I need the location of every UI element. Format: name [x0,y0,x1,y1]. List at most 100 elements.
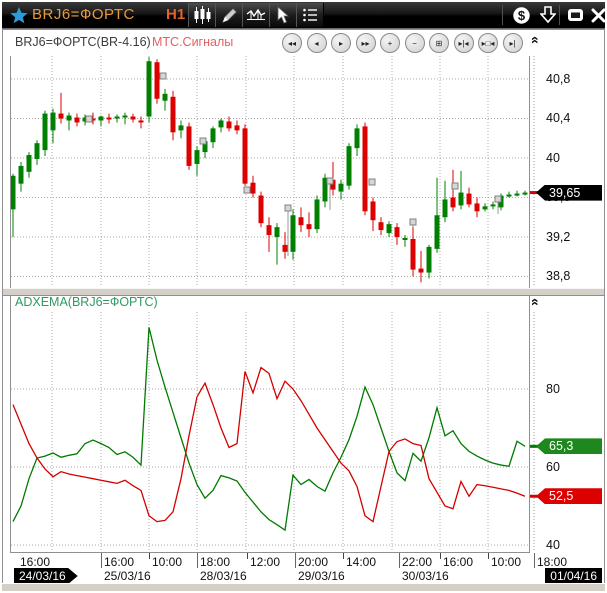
time-label: 14:00 [346,555,376,569]
price-axis-label: 40 [546,151,560,165]
candle [291,215,296,252]
indicator-red-tag: 52,5 [536,488,602,504]
candle [107,118,112,120]
window-resize-strip[interactable] [2,583,605,591]
time-label: 16:00 [104,555,134,569]
candle [475,203,480,211]
price-axis-label: 40,8 [546,72,570,86]
price-axis-label: 39,2 [546,230,570,244]
candle [155,62,160,99]
indicator-line-ema [13,368,525,522]
candle [139,120,144,122]
time-label: 20:00 [298,555,328,569]
date-label: 29/03/16 [298,569,345,583]
date-tick [534,553,535,568]
plot-bottom-border [10,552,530,553]
candle [147,61,152,116]
time-label: 16:00 [443,555,473,569]
candle [411,239,416,270]
candle [219,120,224,127]
time-tick [488,553,489,559]
time-tick [247,553,248,559]
signal-marker [244,187,250,193]
candle [11,176,16,210]
candle [339,184,344,192]
candle [123,116,128,118]
candle [395,227,400,237]
candle [483,206,488,209]
candle [99,117,104,121]
time-tick [149,553,150,559]
indicator-green-tag: 65,3 [536,438,602,454]
candle [243,128,248,183]
indicator-axis-label: 60 [546,460,560,474]
candle [227,121,232,128]
candle [387,224,392,233]
date-tick [197,553,198,568]
candle [379,222,384,230]
candle [171,97,176,133]
indicator-line-adx [13,327,525,530]
time-label: 10:00 [152,555,182,569]
price-axis-label: 38,8 [546,269,570,283]
end-date-tag: 01/04/16 [545,568,602,584]
signal-marker [410,219,416,225]
date-label: 25/03/16 [104,569,151,583]
candle [403,238,408,240]
candle [347,146,352,186]
candle [355,128,360,148]
date-tick [399,553,400,568]
signal-marker [86,116,92,122]
candle [115,117,120,119]
candle [307,224,312,229]
candle [131,117,136,120]
start-date-tag: 24/03/16 [14,568,78,584]
indicator-axis-label: 80 [546,382,560,396]
candle [195,150,200,164]
signal-marker [285,205,291,211]
signal-marker [369,179,375,185]
time-tick [440,553,441,559]
candle [523,193,528,195]
candle [371,201,376,220]
collapse-indicator-panel-icon[interactable]: « [528,294,544,310]
time-label: 18:00 [537,555,567,569]
time-label: 18:00 [200,555,230,569]
candle [507,195,512,197]
candle [467,194,472,205]
price-axis-label: 40,4 [546,111,570,125]
candle [419,269,424,273]
time-label: 12:00 [250,555,280,569]
date-label: 28/03/16 [200,569,247,583]
candle [435,215,440,249]
candle [315,199,320,229]
signal-marker [160,73,166,79]
time-label: 22:00 [402,555,432,569]
candle [451,198,456,208]
candle [515,194,520,196]
candle [491,204,496,206]
candle [299,217,304,225]
candle [259,196,264,224]
date-tick [295,553,296,568]
candle [267,225,272,235]
time-label: 10:00 [491,555,521,569]
candle [235,125,240,130]
date-tick [101,553,102,568]
candle [51,113,56,131]
signal-marker [495,196,501,202]
candle [19,166,24,184]
candle [427,247,432,273]
candle [459,193,464,206]
last-price-tag: 39,65 [536,185,602,201]
time-label: 16:00 [20,555,50,569]
plot-left-border [10,56,11,553]
candle [43,114,48,151]
signal-marker [200,138,206,144]
indicator-header: ADXEMA(BRJ6=ФОРТС) [15,295,158,309]
signal-marker [452,183,458,189]
date-label: 30/03/16 [402,569,449,583]
candle [27,155,32,172]
candle [443,199,448,217]
candle [363,126,368,211]
